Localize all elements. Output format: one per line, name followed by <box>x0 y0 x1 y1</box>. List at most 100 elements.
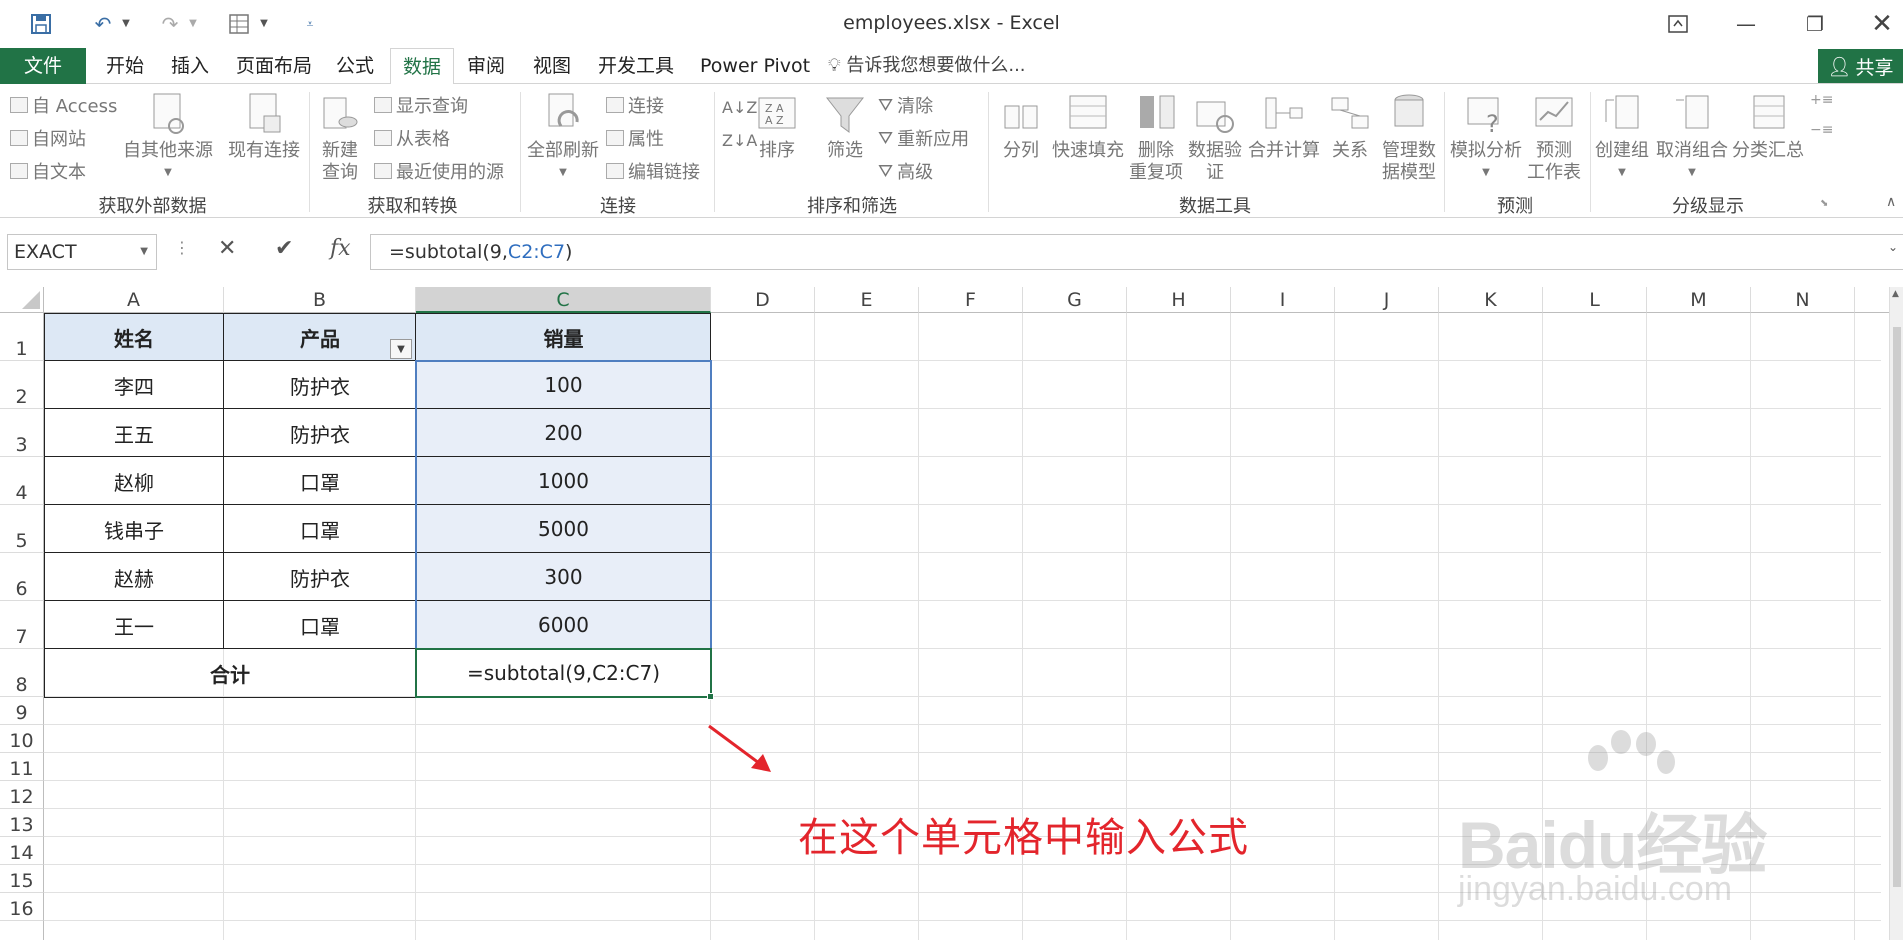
row-header-6[interactable]: 6 <box>0 553 44 601</box>
from-web-button[interactable]: 自网站 <box>10 125 86 151</box>
refresh-all-button[interactable]: 全部刷新 ▼ <box>523 92 603 184</box>
from-text-button[interactable]: 自文本 <box>10 158 86 184</box>
cell-a8-merged[interactable]: 合计 <box>44 649 416 697</box>
collapse-ribbon-icon[interactable]: ∧ <box>1886 194 1896 210</box>
share-button[interactable]: 👤︎ 共享 <box>1818 49 1903 83</box>
column-header-j[interactable]: J <box>1335 287 1439 313</box>
text-to-columns-button[interactable]: 分列 <box>995 92 1047 162</box>
row-header-12[interactable]: 12 <box>0 781 44 809</box>
cell-b2[interactable]: 防护衣 <box>224 361 416 409</box>
cell-b5[interactable]: 口罩 <box>224 505 416 553</box>
reapply-button[interactable]: ⛛ 重新应用 <box>878 125 969 151</box>
recent-sources-button[interactable]: 最近使用的源 <box>374 158 504 184</box>
scrollbar-thumb[interactable] <box>1893 327 1901 887</box>
subtotal-button[interactable]: 分类汇总 <box>1730 92 1806 162</box>
formula-input[interactable]: =subtotal(9,C2:C7) <box>370 234 1903 270</box>
row-header-16[interactable]: 16 <box>0 893 44 921</box>
row-header-10[interactable]: 10 <box>0 725 44 753</box>
show-detail-icon[interactable]: +≡ <box>1810 92 1833 108</box>
row-header-13[interactable]: 13 <box>0 809 44 837</box>
cell-c4[interactable]: 1000 <box>416 457 711 505</box>
insert-function-icon[interactable]: fx <box>330 236 351 261</box>
column-header-m[interactable]: M <box>1647 287 1751 313</box>
enter-icon[interactable]: ✔ <box>275 236 293 261</box>
column-header-l[interactable]: L <box>1543 287 1647 313</box>
cell-c6[interactable]: 300 <box>416 553 711 601</box>
cell-b7[interactable]: 口罩 <box>224 601 416 649</box>
tab-developer[interactable]: 开发工具 <box>586 48 686 84</box>
cancel-icon[interactable]: ✕ <box>218 236 236 261</box>
tell-me-box[interactable]: 💡︎ 告诉我您想要做什么... <box>828 48 1026 84</box>
cell-c5[interactable]: 5000 <box>416 505 711 553</box>
select-all-corner[interactable] <box>0 287 44 313</box>
column-header-g[interactable]: G <box>1023 287 1127 313</box>
cell-a6[interactable]: 赵赫 <box>44 553 224 601</box>
show-queries-button[interactable]: 显示查询 <box>374 92 468 118</box>
vertical-scrollbar[interactable]: ▲ <box>1889 287 1903 940</box>
tab-home[interactable]: 开始 <box>94 48 156 84</box>
expand-formula-icon[interactable]: ⌄ <box>1888 240 1898 254</box>
column-header-n[interactable]: N <box>1751 287 1855 313</box>
more-options-icon[interactable]: ⋮ <box>174 238 190 257</box>
cell-c7[interactable]: 6000 <box>416 601 711 649</box>
cell-a3[interactable]: 王五 <box>44 409 224 457</box>
cell-c8[interactable]: =subtotal(9,C2:C7) <box>416 649 711 697</box>
new-query-button[interactable]: 新建 查询 <box>312 92 368 184</box>
ribbon-display-icon[interactable] <box>1653 6 1703 42</box>
tab-insert[interactable]: 插入 <box>159 48 221 84</box>
cell-a4[interactable]: 赵柳 <box>44 457 224 505</box>
row-header-4[interactable]: 4 <box>0 457 44 505</box>
row-header-15[interactable]: 15 <box>0 865 44 893</box>
relationships-button[interactable]: 关系 <box>1324 92 1376 162</box>
row-header-1[interactable]: 1 <box>0 313 44 361</box>
hide-detail-icon[interactable]: −≡ <box>1810 122 1833 138</box>
cell-a7[interactable]: 王一 <box>44 601 224 649</box>
forecast-sheet-button[interactable]: 预测 工作表 <box>1526 92 1582 184</box>
tab-review[interactable]: 审阅 <box>455 48 517 84</box>
edit-links-button[interactable]: 编辑链接 <box>606 158 700 184</box>
cell-c3[interactable]: 200 <box>416 409 711 457</box>
cell-a1[interactable]: 姓名 <box>44 313 224 361</box>
column-header-k[interactable]: K <box>1439 287 1543 313</box>
cell-b4[interactable]: 口罩 <box>224 457 416 505</box>
advanced-filter-button[interactable]: ⛛ 高级 <box>878 158 933 184</box>
cell-b3[interactable]: 防护衣 <box>224 409 416 457</box>
row-header-7[interactable]: 7 <box>0 601 44 649</box>
restore-icon[interactable]: ❐ <box>1790 6 1840 42</box>
ungroup-button[interactable]: 取消组合 ▼ <box>1654 92 1730 184</box>
tab-data[interactable]: 数据 <box>390 48 455 85</box>
remove-duplicates-button[interactable]: 删除 重复项 <box>1126 92 1186 184</box>
flash-fill-button[interactable]: 快速填充 <box>1050 92 1126 162</box>
row-header-3[interactable]: 3 <box>0 409 44 457</box>
column-header-b[interactable]: B <box>224 287 416 313</box>
minimize-icon[interactable]: — <box>1721 6 1771 42</box>
from-access-button[interactable]: 自 Access <box>10 92 117 118</box>
row-header-8[interactable]: 8 <box>0 649 44 697</box>
sort-button[interactable]: Z AA Z 排序 <box>752 92 802 162</box>
column-header-f[interactable]: F <box>919 287 1023 313</box>
name-box[interactable]: EXACT ▼ <box>7 234 157 270</box>
data-validation-button[interactable]: 数据验 证 <box>1186 92 1244 184</box>
column-header-h[interactable]: H <box>1127 287 1231 313</box>
cell-c1[interactable]: 销量 <box>416 313 711 361</box>
tab-view[interactable]: 视图 <box>521 48 583 84</box>
filter-dropdown-icon[interactable]: ▼ <box>390 339 412 359</box>
tab-formulas[interactable]: 公式 <box>324 48 386 84</box>
tab-page-layout[interactable]: 页面布局 <box>224 48 324 84</box>
column-header-d[interactable]: D <box>711 287 815 313</box>
column-header-e[interactable]: E <box>815 287 919 313</box>
close-icon[interactable]: ✕ <box>1857 6 1903 42</box>
column-header-c[interactable]: C <box>416 287 711 313</box>
row-header-2[interactable]: 2 <box>0 361 44 409</box>
column-header-i[interactable]: I <box>1231 287 1335 313</box>
manage-data-model-button[interactable]: 管理数 据模型 <box>1378 92 1440 184</box>
what-if-analysis-button[interactable]: ? 模拟分析 ▼ <box>1448 92 1524 184</box>
cell-b6[interactable]: 防护衣 <box>224 553 416 601</box>
group-button[interactable]: 创建组 ▼ <box>1592 92 1652 184</box>
properties-button[interactable]: 属性 <box>606 125 664 151</box>
chevron-down-icon[interactable]: ▼ <box>140 235 148 269</box>
row-header-11[interactable]: 11 <box>0 753 44 781</box>
scroll-up-icon[interactable]: ▲ <box>1892 289 1899 299</box>
row-header-14[interactable]: 14 <box>0 837 44 865</box>
cell-a2[interactable]: 李四 <box>44 361 224 409</box>
